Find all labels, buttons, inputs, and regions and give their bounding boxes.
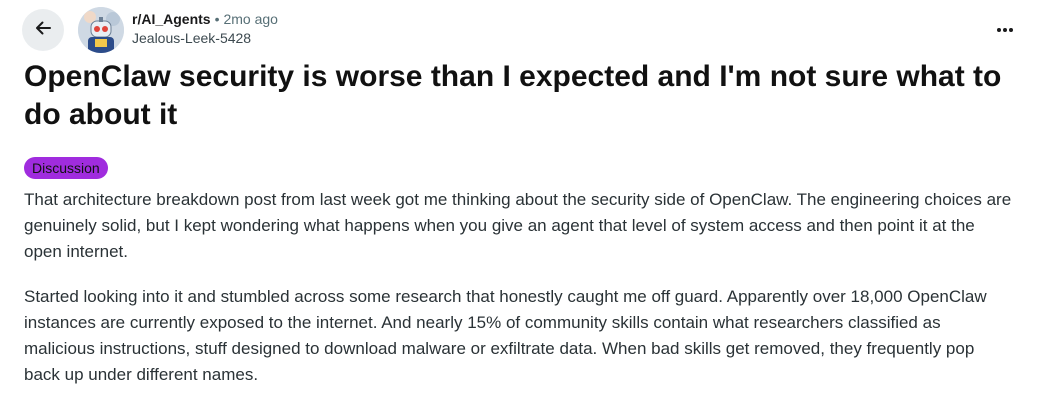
subreddit-link[interactable]: r/AI_Agents [132,11,211,27]
more-horizontal-icon [996,20,1014,38]
post-meta-top: r/AI_Agents • 2mo ago [132,10,278,29]
arrow-left-icon [33,18,53,43]
post-meta: r/AI_Agents • 2mo ago Jealous-Leek-5428 [132,10,278,48]
post-flair[interactable]: Discussion [24,157,108,179]
post-paragraph: That architecture breakdown post from la… [24,190,1012,261]
subreddit-avatar[interactable] [78,7,124,53]
post-paragraph: Started looking into it and stumbled acr… [24,287,987,384]
post-age: 2mo ago [223,11,278,27]
post-header: r/AI_Agents • 2mo ago Jealous-Leek-5428 [22,7,1019,53]
more-options-button[interactable] [991,17,1019,41]
post-body: That architecture breakdown post from la… [24,187,1014,407]
meta-separator: • [214,11,220,27]
post-title: OpenClaw security is worse than I expect… [24,60,1002,131]
back-button[interactable] [22,9,64,51]
author-link[interactable]: Jealous-Leek-5428 [132,29,278,48]
